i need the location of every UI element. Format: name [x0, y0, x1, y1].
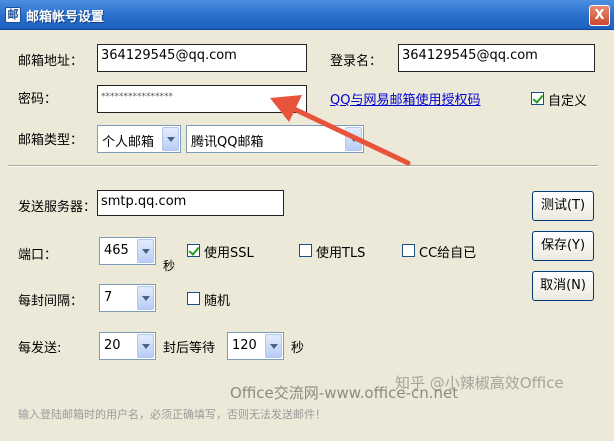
mail-type-select[interactable]: 个人邮箱: [97, 125, 181, 153]
smtp-label: 发送服务器：: [18, 200, 97, 215]
wait-value: 120: [232, 338, 257, 353]
test-button[interactable]: 测试(T): [532, 191, 594, 221]
batch-value: 20: [104, 338, 121, 353]
chevron-down-icon[interactable]: [137, 334, 154, 358]
provider-select[interactable]: 腾讯QQ邮箱: [186, 125, 364, 153]
random-checkbox[interactable]: [187, 292, 200, 305]
port-value: 465: [104, 243, 129, 258]
chevron-down-icon[interactable]: [162, 127, 179, 151]
custom-checkbox[interactable]: [531, 92, 544, 105]
interval-select[interactable]: 7: [99, 284, 156, 312]
auth-code-link[interactable]: QQ与网易邮箱使用授权码: [330, 89, 480, 108]
chevron-down-icon[interactable]: [137, 286, 154, 310]
port-select[interactable]: 465: [99, 237, 156, 265]
wait-unit: 秒: [291, 341, 305, 356]
batch-select[interactable]: 20: [99, 332, 156, 360]
random-label: 随机: [204, 294, 231, 309]
title-bar[interactable]: 邮 邮箱帐号设置 X: [0, 0, 614, 30]
mail-type-label: 邮箱类型：: [18, 133, 84, 148]
tls-label: 使用TLS: [316, 246, 366, 261]
password-label: 密码：: [18, 92, 58, 107]
divider: [8, 165, 598, 167]
cc-label: CC给自已: [419, 246, 477, 261]
tls-checkbox[interactable]: [299, 244, 312, 257]
site-watermark: Office交流网-www.office-cn.net: [230, 384, 459, 402]
chevron-down-icon[interactable]: [137, 239, 154, 263]
provider-value: 腾讯QQ邮箱: [191, 135, 264, 150]
ssl-label: 使用SSL: [204, 246, 254, 261]
hint-text: 输入登陆邮箱时的用户名，必须正确填写，否则无法发送邮件！: [18, 408, 326, 421]
chevron-down-icon[interactable]: [265, 334, 282, 358]
cc-checkbox[interactable]: [402, 244, 415, 257]
interval-label: 每封间隔：: [18, 294, 84, 309]
email-label: 邮箱地址：: [18, 54, 84, 69]
port-label: 端口：: [18, 248, 58, 263]
ssl-checkbox[interactable]: [187, 244, 200, 257]
window-title: 邮箱帐号设置: [26, 10, 105, 25]
app-icon: 邮: [5, 7, 21, 23]
cancel-button[interactable]: 取消(N): [532, 271, 594, 301]
wait-select[interactable]: 120: [227, 332, 284, 360]
save-button[interactable]: 保存(Y): [532, 231, 594, 261]
port-unit: 秒: [163, 259, 176, 273]
login-name-label: 登录名：: [330, 54, 383, 69]
interval-value: 7: [104, 290, 113, 305]
password-input[interactable]: ****************: [97, 85, 307, 113]
batch-label: 每发送:: [18, 341, 62, 356]
mail-type-value: 个人邮箱: [102, 135, 155, 150]
wait-label: 封后等待: [163, 341, 216, 356]
custom-label: 自定义: [548, 94, 588, 109]
login-name-input[interactable]: 364129545@qq.com: [398, 44, 595, 72]
email-input[interactable]: 364129545@qq.com: [97, 44, 307, 72]
smtp-input[interactable]: smtp.qq.com: [97, 190, 284, 216]
close-button[interactable]: X: [589, 5, 610, 26]
chevron-down-icon[interactable]: [345, 127, 362, 151]
